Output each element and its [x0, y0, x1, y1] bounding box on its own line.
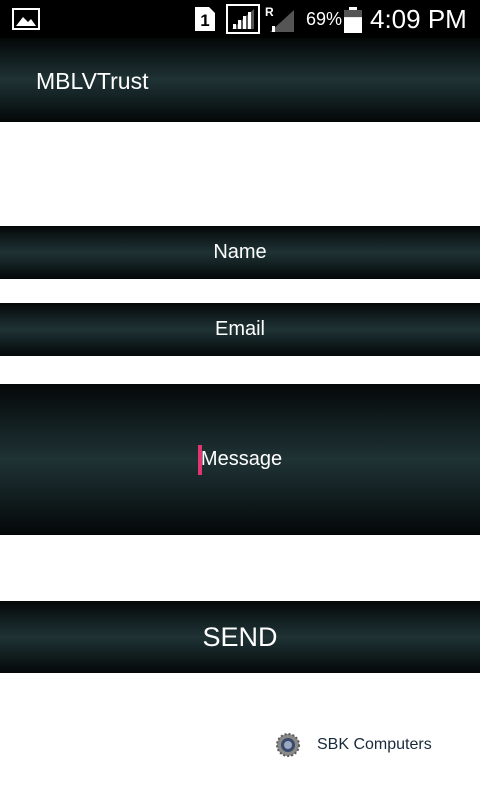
gallery-notification-icon — [12, 8, 40, 30]
sim-card-icon: 1 — [195, 7, 215, 31]
action-bar: MBLVTrust — [0, 38, 480, 122]
signal-strength-icon — [226, 4, 260, 34]
app-title: MBLVTrust — [36, 68, 149, 94]
message-field[interactable]: Message — [0, 384, 480, 535]
status-clock: 4:09 PM — [370, 4, 467, 34]
sbk-logo-icon — [276, 733, 300, 757]
email-placeholder: Email — [214, 318, 265, 340]
send-button[interactable]: SEND — [0, 601, 480, 673]
screen: 1 R 69% 4:09 PM MBLVTrust Name Email Mes… — [0, 0, 480, 800]
name-field[interactable]: Name — [0, 226, 480, 279]
sim-number: 1 — [200, 11, 209, 30]
roaming-signal-icon: R — [265, 5, 294, 32]
battery-icon — [344, 7, 362, 33]
send-label: SEND — [202, 621, 278, 652]
footer-text: SBK Computers — [317, 736, 432, 753]
roaming-label: R — [265, 5, 274, 19]
footer: SBK Computers — [276, 733, 432, 757]
status-bar: 1 R 69% 4:09 PM — [0, 0, 480, 38]
name-placeholder: Name — [213, 241, 267, 263]
message-placeholder: Message — [200, 448, 283, 470]
battery-percent: 69% — [306, 9, 343, 29]
message-content: Message — [197, 444, 283, 475]
email-field[interactable]: Email — [0, 303, 480, 356]
